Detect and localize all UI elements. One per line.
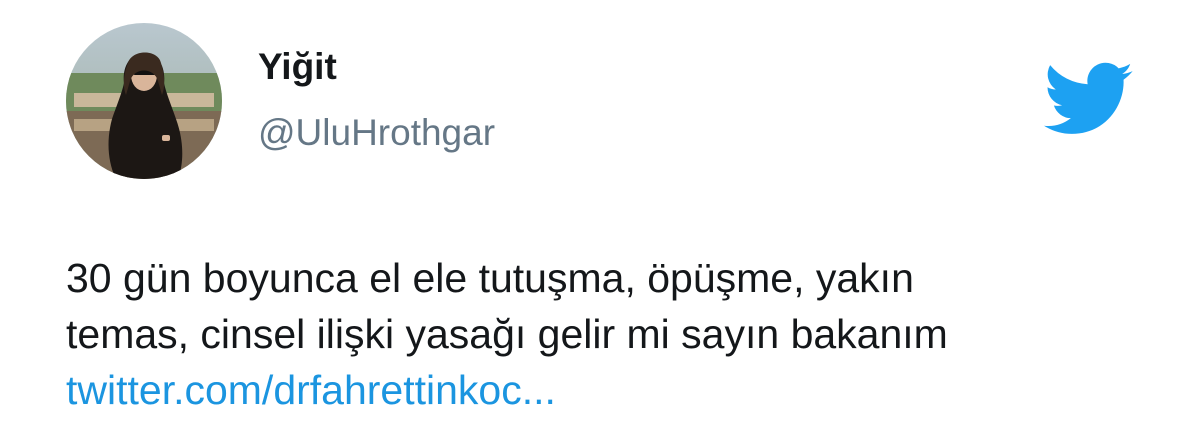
display-name[interactable]: Yiğit: [258, 48, 337, 85]
tweet-text-line: temas, cinsel ilişki yasağı gelir mi say…: [66, 311, 948, 357]
tweet-text-line: 30 gün boyunca el ele tutuşma, öpüşme, y…: [66, 255, 914, 301]
avatar[interactable]: [66, 23, 222, 179]
user-handle[interactable]: @UluHrothgar: [258, 114, 495, 151]
tweet-text: 30 gün boyunca el ele tutuşma, öpüşme, y…: [66, 250, 1166, 418]
tweet-link[interactable]: twitter.com/drfahrettinkoc...: [66, 367, 556, 413]
twitter-bird-icon[interactable]: [1044, 62, 1134, 136]
avatar-photo: [66, 23, 222, 179]
tweet-card: Yiğit @UluHrothgar 30 gün boyunca el ele…: [0, 0, 1200, 443]
